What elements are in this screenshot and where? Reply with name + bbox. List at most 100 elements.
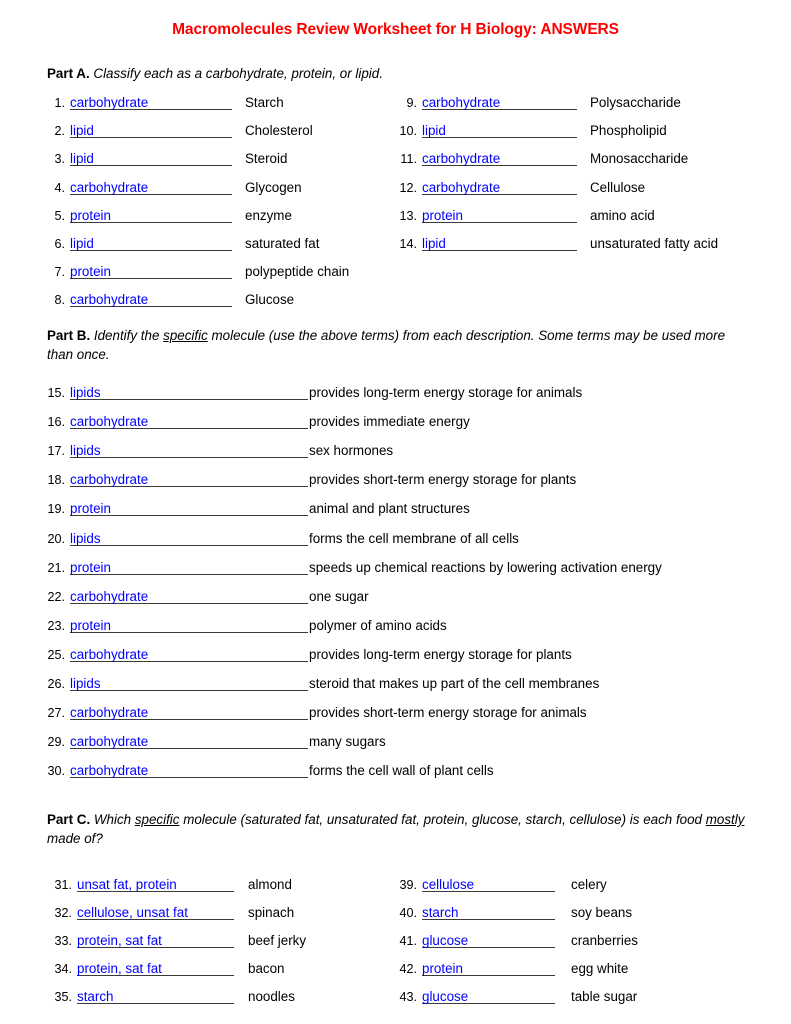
- item-description: Cholesterol: [245, 123, 313, 139]
- part-b-item-row: 19. protein animal and plant structures: [45, 501, 470, 517]
- answer-blank[interactable]: carbohydrate: [70, 180, 232, 195]
- item-number: 29.: [47, 735, 65, 750]
- part-c-item-row: 41. glucose cranberries: [397, 933, 638, 949]
- answer-blank[interactable]: carbohydrate: [70, 763, 308, 779]
- answer-text: carbohydrate: [70, 705, 149, 721]
- item-description: sex hormones: [309, 443, 394, 459]
- item-number: 7.: [54, 265, 65, 280]
- answer-text: lipids: [70, 530, 101, 546]
- answer-blank[interactable]: lipid: [422, 123, 577, 139]
- answer-text: starch: [77, 989, 114, 1005]
- answer-blank[interactable]: carbohydrate: [70, 414, 308, 430]
- answer-blank[interactable]: starch: [77, 989, 234, 1005]
- answer-blank[interactable]: carbohydrate: [422, 180, 577, 195]
- item-number: 39.: [399, 878, 417, 892]
- part-b-item-row: 15. lipids provides long-term energy stora…: [45, 385, 582, 400]
- item-description: Steroid: [245, 151, 288, 167]
- answer-text: protein, sat fat: [77, 961, 162, 977]
- answer-blank[interactable]: glucose: [422, 933, 555, 949]
- item-description: egg white: [571, 961, 629, 977]
- answer-blank[interactable]: protein: [70, 560, 308, 575]
- item-description: Polysaccharide: [590, 95, 681, 110]
- item-description: forms the cell membrane of all cells: [309, 530, 519, 546]
- answer-text: protein: [422, 207, 463, 223]
- answer-text: carbohydrate: [70, 646, 149, 662]
- answer-blank[interactable]: lipid: [70, 123, 232, 139]
- answer-blank[interactable]: lipid: [70, 151, 232, 167]
- item-description: Cellulose: [590, 179, 646, 195]
- answer-blank[interactable]: lipids: [70, 531, 308, 546]
- answer-blank[interactable]: carbohydrate: [70, 705, 308, 721]
- answer-blank[interactable]: carbohydrate: [70, 589, 308, 604]
- item-description: spinach: [248, 905, 295, 921]
- answer-blank[interactable]: lipids: [70, 443, 308, 459]
- part-a-item-row: 9. carbohydrate Polysaccharide: [397, 95, 681, 110]
- answer-text: protein: [70, 501, 111, 517]
- item-description: saturated fat: [245, 236, 320, 251]
- answer-blank[interactable]: carbohydrate: [422, 95, 577, 110]
- answer-blank[interactable]: lipids: [70, 385, 308, 400]
- part-b-instruction-1: Identify the: [90, 328, 164, 343]
- part-a-instruction: Classify each as a carbohydrate, protein…: [89, 66, 383, 81]
- item-description: provides short-term energy storage for p…: [309, 472, 577, 488]
- part-b-item-row: 22. carbohydrate one sugar: [45, 589, 369, 604]
- answer-text: carbohydrate: [422, 95, 501, 110]
- answer-text: carbohydrate: [70, 763, 149, 779]
- part-c-item-row: 42. protein egg white: [397, 961, 629, 977]
- item-number: 3.: [54, 152, 65, 167]
- answer-blank[interactable]: cellulose: [422, 877, 555, 892]
- part-c-instruction-underlined-2: mostly: [705, 812, 745, 827]
- item-description: amino acid: [590, 207, 655, 223]
- answer-blank[interactable]: carbohydrate: [70, 734, 308, 750]
- part-b-item-row: 27. carbohydrate provides short-term energ…: [45, 705, 587, 721]
- item-number: 26.: [47, 677, 65, 691]
- answer-text: starch: [422, 905, 459, 921]
- item-number: 23.: [47, 618, 65, 633]
- answer-blank[interactable]: protein: [70, 208, 232, 223]
- answer-blank[interactable]: protein: [70, 501, 308, 517]
- item-description: Phospholipid: [590, 123, 667, 139]
- part-b-item-row: 26. lipids steroid that makes up part of t…: [45, 676, 599, 691]
- answer-text: carbohydrate: [70, 414, 149, 430]
- answer-blank[interactable]: glucose: [422, 989, 555, 1005]
- part-c-instruction-1: Which: [90, 812, 135, 827]
- item-description: beef jerky: [248, 933, 307, 949]
- answer-text: glucose: [422, 933, 469, 949]
- item-number: 25.: [47, 647, 65, 662]
- answer-blank[interactable]: carbohydrate: [70, 472, 308, 488]
- answer-blank[interactable]: carbohydrate: [70, 647, 308, 662]
- answer-blank[interactable]: protein, sat fat: [77, 933, 234, 949]
- answer-blank[interactable]: lipid: [422, 236, 577, 251]
- answer-blank[interactable]: starch: [422, 905, 555, 921]
- item-number: 10.: [399, 124, 417, 139]
- answer-text: carbohydrate: [422, 151, 501, 167]
- answer-text: lipid: [70, 123, 94, 139]
- answer-blank[interactable]: protein: [70, 618, 308, 633]
- item-number: 4.: [54, 180, 65, 195]
- answer-text: carbohydrate: [422, 179, 501, 195]
- answer-text: lipids: [70, 385, 101, 400]
- item-description: table sugar: [571, 989, 638, 1005]
- item-description: steroid that makes up part of the cell m…: [309, 676, 600, 691]
- answer-blank[interactable]: carbohydrate: [70, 292, 232, 308]
- part-c-item-row: 39. cellulose celery: [397, 877, 607, 892]
- item-description: provides short-term energy storage for a…: [309, 705, 587, 721]
- item-number: 15.: [47, 386, 65, 400]
- part-b-instruction-underlined: specific: [163, 328, 208, 343]
- answer-blank[interactable]: protein: [422, 208, 577, 223]
- answer-blank[interactable]: carbohydrate: [422, 151, 577, 167]
- item-number: 9.: [406, 96, 417, 110]
- part-a-item-row: 11. carbohydrate Monosaccharide: [397, 151, 688, 167]
- part-c-label: Part C.: [47, 812, 91, 827]
- item-number: 41.: [399, 934, 417, 949]
- answer-blank[interactable]: protein: [422, 961, 555, 977]
- answer-blank[interactable]: lipid: [70, 236, 232, 251]
- answer-blank[interactable]: cellulose, unsat fat: [77, 905, 234, 921]
- answer-blank[interactable]: lipids: [70, 676, 308, 691]
- part-c-instruction-3: made of?: [47, 831, 103, 846]
- answer-blank[interactable]: protein, sat fat: [77, 961, 234, 977]
- item-description: provides long-term energy storage for an…: [309, 385, 583, 400]
- answer-blank[interactable]: protein: [70, 264, 232, 280]
- answer-blank[interactable]: unsat fat, protein: [77, 877, 234, 892]
- answer-blank[interactable]: carbohydrate: [70, 95, 232, 110]
